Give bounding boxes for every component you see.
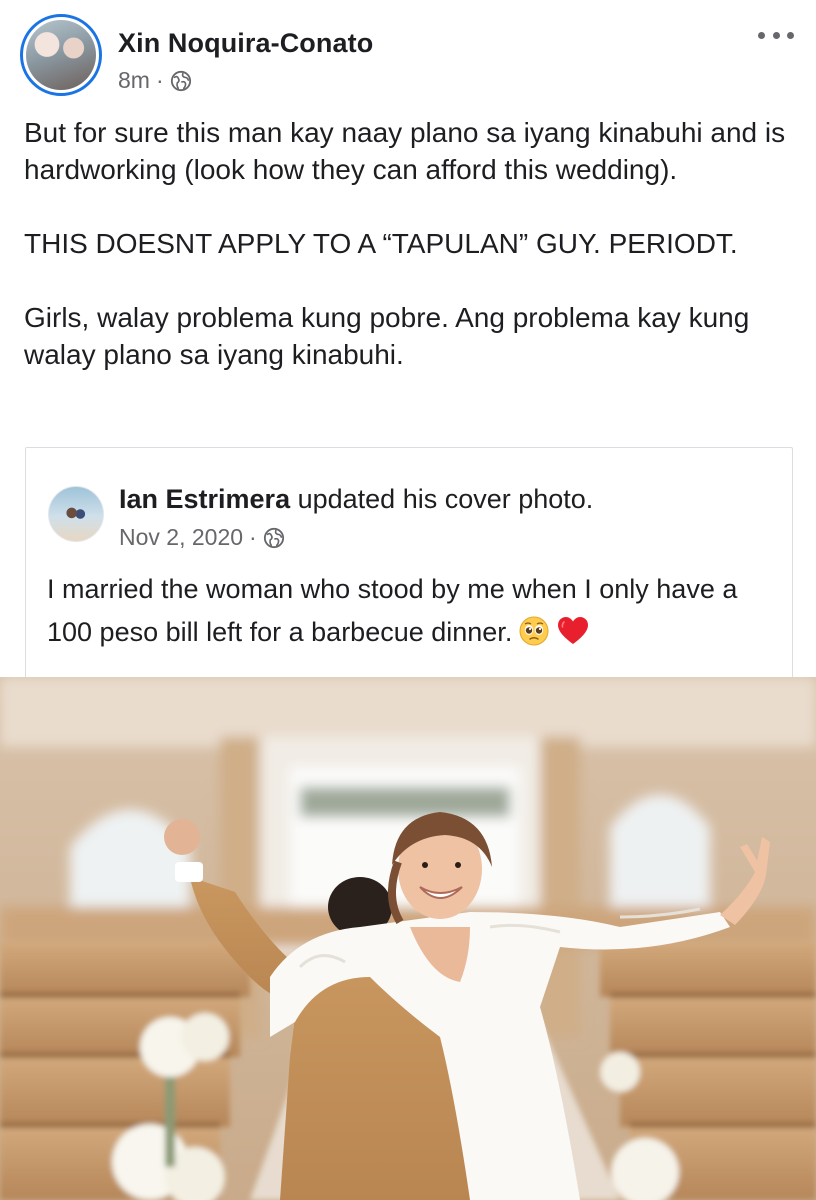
post-paragraph: But for sure this man kay naay plano sa …	[24, 117, 793, 185]
globe-icon[interactable]	[170, 70, 192, 92]
meta-separator: ·	[155, 67, 164, 93]
post-text: But for sure this man kay naay plano sa …	[24, 114, 794, 373]
red-heart-icon	[558, 617, 589, 644]
shared-author-name[interactable]: Ian Estrimera	[119, 484, 290, 514]
globe-icon[interactable]	[263, 527, 285, 549]
shared-post-title: Ian Estrimera updated his cover photo.	[119, 484, 593, 515]
meta-separator: ·	[249, 524, 257, 550]
shared-caption: I married the woman who stood by me when…	[47, 574, 738, 647]
shared-post-meta: Nov 2, 2020 ·	[119, 524, 285, 551]
post-paragraph: Girls, walay problema kung pobre. Ang pr…	[24, 302, 758, 370]
shared-author-avatar[interactable]	[48, 486, 104, 542]
post-header: Xin Noquira-Conato 8m ·	[0, 0, 816, 110]
wedding-photo[interactable]	[0, 677, 816, 1200]
shared-post-date[interactable]: Nov 2, 2020	[119, 524, 243, 551]
author-name[interactable]: Xin Noquira-Conato	[118, 28, 373, 59]
shared-post-text: I married the woman who stood by me when…	[47, 568, 777, 654]
shared-action-text: updated his cover photo.	[290, 484, 594, 514]
more-options-icon[interactable]	[758, 26, 794, 44]
post-paragraph: THIS DOESNT APPLY TO A “TAPULAN” GUY. PE…	[24, 228, 738, 259]
post-meta: 8m ·	[118, 67, 192, 94]
shared-post-card[interactable]: Ian Estrimera updated his cover photo. N…	[25, 447, 793, 687]
post-timestamp[interactable]: 8m	[118, 67, 150, 94]
avatar-image	[26, 20, 96, 90]
author-avatar[interactable]	[20, 14, 102, 96]
pleading-face-icon	[519, 616, 549, 646]
